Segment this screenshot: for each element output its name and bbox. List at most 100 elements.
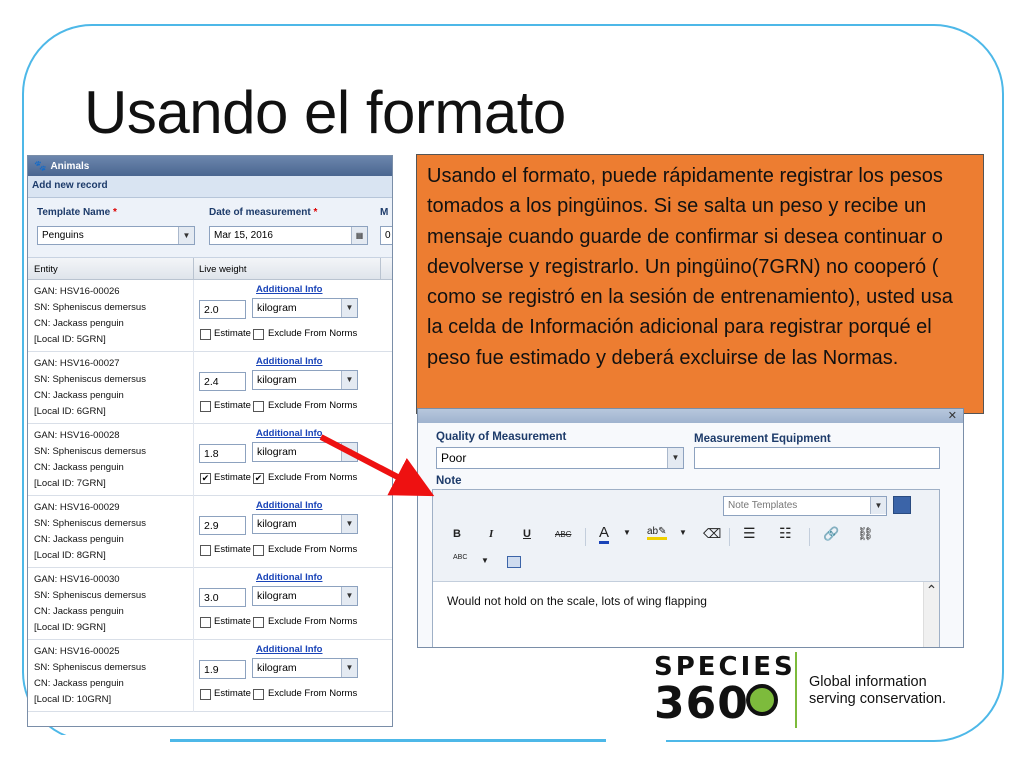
estimate-checkbox[interactable] — [200, 329, 211, 340]
additional-info-link[interactable]: Additional Info — [256, 428, 323, 439]
chevron-up-icon[interactable]: ⌃ — [926, 582, 938, 598]
slide-bottom-line — [170, 739, 606, 741]
chevron-down-icon[interactable]: ▼ — [341, 371, 357, 389]
estimate-label: Estimate — [214, 328, 251, 339]
chevron-down-icon[interactable]: ▼ — [667, 448, 683, 468]
chevron-down-icon[interactable]: ▼ — [481, 556, 489, 565]
chevron-down-icon[interactable]: ▼ — [870, 497, 886, 514]
strikethrough-button[interactable]: ABC — [555, 530, 571, 539]
exclude-checkbox[interactable] — [253, 617, 264, 628]
bold-button[interactable]: B — [453, 528, 461, 540]
estimate-checkbox[interactable]: ✔ — [200, 473, 211, 484]
weight-input[interactable]: 2.4 — [199, 372, 246, 391]
save-icon[interactable] — [893, 496, 911, 514]
unit-select[interactable]: kilogram ▼ — [252, 370, 358, 390]
unit-select[interactable]: kilogram ▼ — [252, 298, 358, 318]
scientific-name-text: SN: Spheniscus demersus — [34, 302, 146, 313]
unit-value: kilogram — [257, 374, 297, 386]
unit-select[interactable]: kilogram ▼ — [252, 514, 358, 534]
exclude-checkbox[interactable] — [253, 689, 264, 700]
chevron-down-icon[interactable]: ▼ — [679, 528, 687, 537]
scientific-name-text: SN: Spheniscus demersus — [34, 374, 146, 385]
additional-info-link[interactable]: Additional Info — [256, 572, 323, 583]
slide-title: Usando el formato — [84, 79, 566, 146]
exclude-label: Exclude From Norms — [268, 544, 358, 555]
estimate-checkbox[interactable] — [200, 617, 211, 628]
weight-input[interactable]: 3.0 — [199, 588, 246, 607]
pointer-arrow — [319, 434, 435, 497]
date-input[interactable]: Mar 15, 2016 ▦ — [209, 226, 368, 245]
chevron-down-icon[interactable]: ▼ — [341, 659, 357, 677]
gan-text: GAN: HSV16-00030 — [34, 574, 120, 585]
equipment-label: Measurement Equipment — [694, 433, 831, 445]
additional-info-link[interactable]: Additional Info — [256, 284, 323, 295]
additional-info-link[interactable]: Additional Info — [256, 644, 323, 655]
close-icon[interactable]: ✕ — [948, 409, 957, 422]
chevron-down-icon[interactable]: ▼ — [178, 227, 194, 244]
note-editor[interactable]: Note Templates ▼ B I U ABC A ▼ ab✎ ▼ ⌫ ☰… — [432, 489, 940, 647]
highlight-icon[interactable]: ab✎ — [647, 526, 667, 540]
col-entity: Entity — [34, 264, 58, 275]
note-toolbar: Note Templates ▼ B I U ABC A ▼ ab✎ ▼ ⌫ ☰… — [433, 490, 939, 582]
unit-select[interactable]: kilogram ▼ — [252, 586, 358, 606]
chevron-down-icon[interactable]: ▼ — [341, 515, 357, 533]
estimate-checkbox[interactable] — [200, 545, 211, 556]
third-field-value: 0 — [385, 230, 391, 241]
note-text[interactable]: Would not hold on the scale, lots of win… — [447, 594, 707, 608]
underline-button[interactable]: U — [523, 528, 531, 540]
table-header: Entity Live weight — [28, 258, 392, 280]
exclude-checkbox[interactable] — [253, 545, 264, 556]
quality-select[interactable]: Poor ▼ — [436, 447, 684, 469]
common-name-text: CN: Jackass penguin — [34, 318, 124, 329]
common-name-text: CN: Jackass penguin — [34, 534, 124, 545]
exclude-checkbox[interactable]: ✔ — [253, 473, 264, 484]
weight-input[interactable]: 2.0 — [199, 300, 246, 319]
font-color-button[interactable]: A — [599, 524, 610, 544]
template-fields: Template Name * Penguins ▼ Date of measu… — [28, 198, 392, 258]
estimate-label: Estimate — [214, 544, 251, 555]
weight-value: 2.4 — [204, 376, 219, 388]
third-field-input[interactable]: 0 — [380, 226, 392, 245]
estimate-checkbox[interactable] — [200, 689, 211, 700]
third-field-label: M — [380, 207, 389, 218]
local-id-text: [Local ID: 5GRN] — [34, 334, 106, 345]
panel-title-bar — [418, 409, 963, 423]
exclude-checkbox[interactable] — [253, 329, 264, 340]
eraser-icon[interactable]: ⌫ — [703, 526, 721, 542]
calendar-icon[interactable]: ▦ — [351, 227, 367, 244]
numbered-list-icon[interactable]: ☷ — [779, 525, 792, 542]
logo-divider — [795, 652, 797, 728]
bullet-list-icon[interactable]: ☰ — [743, 525, 756, 542]
exclude-checkbox[interactable] — [253, 401, 264, 412]
note-scrollbar[interactable]: ⌃ — [923, 582, 939, 647]
animals-panel-header: 🐾 Animals — [28, 156, 392, 176]
chevron-down-icon[interactable]: ▼ — [623, 528, 631, 537]
spellcheck-button[interactable]: ABC — [453, 554, 467, 561]
additional-info-link[interactable]: Additional Info — [256, 356, 323, 367]
add-new-record-link[interactable]: Add new record — [28, 176, 392, 198]
unit-select[interactable]: kilogram ▼ — [252, 658, 358, 678]
chevron-down-icon[interactable]: ▼ — [341, 587, 357, 605]
chevron-down-icon[interactable]: ▼ — [341, 299, 357, 317]
italic-button[interactable]: I — [489, 528, 493, 540]
estimate-checkbox[interactable] — [200, 401, 211, 412]
col-live-weight: Live weight — [199, 264, 247, 275]
weight-input[interactable]: 1.8 — [199, 444, 246, 463]
weight-input[interactable]: 2.9 — [199, 516, 246, 535]
weight-input[interactable]: 1.9 — [199, 660, 246, 679]
html-view-icon[interactable] — [507, 556, 521, 568]
scientific-name-text: SN: Spheniscus demersus — [34, 662, 146, 673]
quality-label: Quality of Measurement — [436, 431, 567, 443]
unlink-icon[interactable]: ⛓ — [857, 526, 874, 542]
additional-info-link[interactable]: Additional Info — [256, 500, 323, 511]
note-templates-select[interactable]: Note Templates ▼ — [723, 496, 887, 516]
equipment-input[interactable] — [694, 447, 940, 469]
link-icon[interactable]: 🔗 — [823, 526, 839, 542]
template-name-select[interactable]: Penguins ▼ — [37, 226, 195, 245]
weight-value: 1.8 — [204, 448, 219, 460]
common-name-text: CN: Jackass penguin — [34, 678, 124, 689]
exclude-label: Exclude From Norms — [268, 328, 358, 339]
globe-icon — [746, 684, 778, 716]
gan-text: GAN: HSV16-00029 — [34, 502, 120, 513]
estimate-label: Estimate — [214, 616, 251, 627]
